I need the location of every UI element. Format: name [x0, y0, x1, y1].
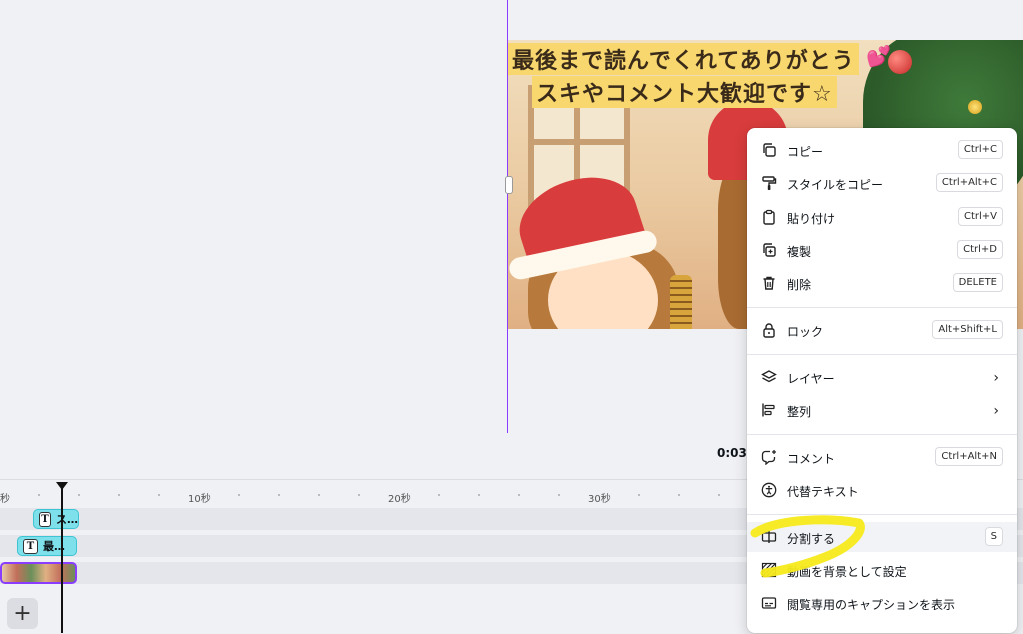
menu-item-delete[interactable]: 削除 DELETE	[747, 268, 1017, 298]
menu-item-label: レイヤー	[787, 372, 835, 386]
ornament-illustration	[968, 100, 982, 114]
ruler-label: 10秒	[188, 494, 211, 505]
ornament-illustration	[888, 50, 912, 74]
menu-item-partial[interactable]	[747, 621, 1017, 633]
menu-item-split[interactable]: 分割する S	[747, 522, 1017, 552]
menu-item-comment[interactable]: コメント Ctrl+Alt+N	[747, 442, 1017, 472]
current-time-label: 0:03	[717, 446, 747, 460]
menu-item-label: コピー	[787, 145, 824, 159]
shortcut-badge: Ctrl+C	[957, 140, 1003, 159]
menu-item-copy-style[interactable]: スタイルをコピー Ctrl+Alt+C	[747, 168, 1017, 198]
menu-item-label: スタイルをコピー	[787, 178, 884, 192]
shortcut-badge: Ctrl+D	[957, 240, 1003, 259]
menu-item-paste[interactable]: 貼り付け Ctrl+V	[747, 202, 1017, 232]
text-t-icon: T	[23, 538, 38, 554]
menu-divider	[747, 434, 1017, 435]
shortcut-badge: DELETE	[952, 273, 1003, 292]
shortcut-badge: Ctrl+Alt+N	[935, 447, 1003, 466]
split-icon	[761, 531, 777, 543]
bead-garland-illustration	[670, 275, 692, 329]
shortcut-badge: Ctrl+V	[957, 207, 1003, 226]
menu-item-label: 貼り付け	[787, 212, 836, 226]
accessibility-icon	[761, 482, 777, 498]
ruler-label: 秒	[0, 494, 10, 505]
ruler-label: 20秒	[388, 494, 411, 505]
align-icon	[762, 403, 775, 417]
shortcut-badge: Ctrl+Alt+C	[935, 173, 1003, 192]
add-track-button[interactable]: +	[7, 598, 38, 629]
menu-item-label: ロック	[787, 325, 824, 339]
menu-item-label: 整列	[787, 405, 812, 419]
menu-item-label: コメント	[787, 452, 836, 466]
layers-icon	[761, 370, 777, 383]
menu-item-label: 削除	[787, 278, 812, 292]
clipboard-icon	[763, 209, 775, 225]
menu-item-layer[interactable]: レイヤー ›	[747, 362, 1017, 392]
menu-item-label: 閲覧専用のキャプションを表示	[787, 598, 956, 612]
comment-add-icon	[761, 450, 776, 465]
caption-text-line2[interactable]: スキやコメント大歓迎です☆	[532, 76, 837, 108]
menu-item-label: 動画を背景として設定	[787, 565, 907, 579]
menu-item-alt-text[interactable]: 代替テキスト	[747, 475, 1017, 505]
girl-illustration-front	[508, 163, 683, 329]
captions-icon	[761, 597, 777, 609]
background-icon	[761, 562, 777, 578]
menu-item-label: 複製	[787, 245, 812, 259]
shortcut-badge: S	[984, 527, 1003, 546]
menu-item-label: 分割する	[787, 532, 836, 546]
menu-divider	[747, 354, 1017, 355]
heart-emoji: 💕	[866, 44, 891, 68]
copy-icon	[763, 143, 776, 157]
playhead-line[interactable]	[61, 486, 63, 633]
more-icon	[761, 628, 777, 633]
caption-text-line1[interactable]: 最後まで読んでくれてありがとう	[508, 43, 859, 75]
text-clip[interactable]: T 最…	[17, 536, 77, 556]
video-clip[interactable]	[0, 562, 77, 584]
menu-item-lock[interactable]: ロック Alt+Shift+L	[747, 315, 1017, 345]
menu-item-align[interactable]: 整列 ›	[747, 395, 1017, 425]
menu-item-set-background[interactable]: 動画を背景として設定	[747, 555, 1017, 585]
menu-item-show-captions[interactable]: 閲覧専用のキャプションを表示	[747, 588, 1017, 618]
text-clip[interactable]: T ス…	[33, 509, 79, 529]
chevron-right-icon: ›	[993, 370, 999, 386]
chevron-right-icon: ›	[993, 403, 999, 419]
ruler-label: 30秒	[588, 494, 611, 505]
resize-handle[interactable]	[505, 176, 513, 194]
plus-icon: +	[13, 601, 32, 626]
text-t-icon: T	[39, 511, 51, 527]
trash-icon	[763, 276, 775, 290]
context-menu: コピー Ctrl+C スタイルをコピー Ctrl+Alt+C 貼り付け Ctrl…	[747, 128, 1017, 633]
menu-item-label: 代替テキスト	[787, 485, 859, 499]
text-clip-label: ス…	[56, 513, 78, 526]
menu-divider	[747, 307, 1017, 308]
shortcut-badge: Alt+Shift+L	[932, 320, 1003, 339]
duplicate-icon	[763, 243, 776, 257]
menu-item-copy[interactable]: コピー Ctrl+C	[747, 135, 1017, 165]
paint-roller-icon	[762, 176, 777, 190]
menu-divider	[747, 514, 1017, 515]
lock-icon	[763, 323, 775, 338]
menu-item-duplicate[interactable]: 複製 Ctrl+D	[747, 235, 1017, 265]
